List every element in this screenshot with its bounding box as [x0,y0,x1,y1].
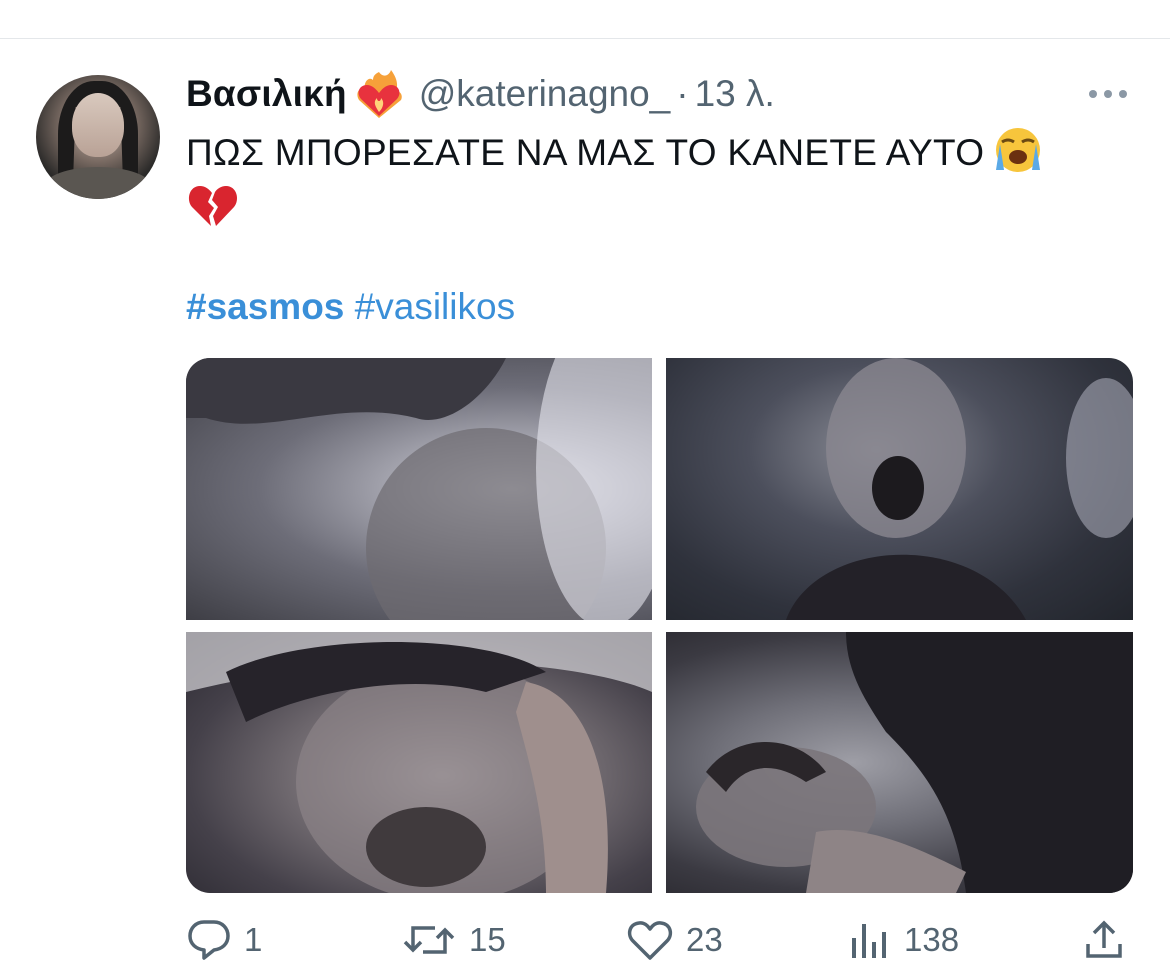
retweet-button[interactable]: 15 [401,916,506,964]
reply-count: 1 [244,921,263,958]
top-divider [0,38,1170,39]
tweet-text-content: ΠΩΣ ΜΠΟΡΕΣΑΤΕ ΝΑ ΜΑΣ ΤΟ ΚΑΝΕΤΕ ΑΥΤΟ [186,132,985,173]
hashtag-vasilikos[interactable]: #vasilikos [355,286,515,327]
more-options-icon[interactable] [1086,82,1130,106]
tweet-actions: 1 15 23 138 [186,916,1136,964]
share-button[interactable] [1082,916,1126,964]
heart-on-fire-icon [357,70,402,118]
heart-icon [627,921,673,960]
media-image-3-art [186,632,652,893]
reply-icon [188,920,230,960]
avatar[interactable] [36,75,160,199]
like-count: 23 [686,921,723,958]
media-image-4-art [696,632,1133,893]
media-image-2[interactable] [666,358,1133,620]
avatar-shoulders [44,167,152,199]
tweet-text: ΠΩΣ ΜΠΟΡΕΣΑΤΕ ΝΑ ΜΑΣ ΤΟ ΚΑΝΕΤΕ ΑΥΤΟ [186,124,1136,179]
like-button[interactable]: 23 [626,916,723,964]
hashtags: #sasmos #vasilikos [186,286,515,328]
tweet-header: Βασιλική @katerinagno_ · 13 λ. [186,66,775,122]
avatar-face [72,93,124,157]
media-grid [186,358,1133,893]
retweet-icon [403,926,455,954]
separator-dot: · [676,73,689,114]
views-button[interactable]: 138 [848,916,959,964]
loudly-crying-face-icon [996,128,1041,172]
display-name[interactable]: Βασιλική [186,73,347,115]
media-image-1-art [186,358,652,620]
timestamp[interactable]: 13 λ. [695,73,775,115]
retweet-count: 15 [469,921,506,958]
views-icon [852,924,886,958]
reply-button[interactable]: 1 [186,916,262,964]
media-image-3[interactable] [186,632,652,893]
views-count: 138 [904,921,960,958]
media-image-2-art [786,358,1133,620]
handle[interactable]: @katerinagno_ [419,73,671,115]
share-icon [1086,920,1122,958]
broken-heart-icon [188,186,238,226]
media-image-4[interactable] [666,632,1133,893]
hashtag-sasmos[interactable]: #sasmos [186,286,344,327]
media-image-1[interactable] [186,358,652,620]
